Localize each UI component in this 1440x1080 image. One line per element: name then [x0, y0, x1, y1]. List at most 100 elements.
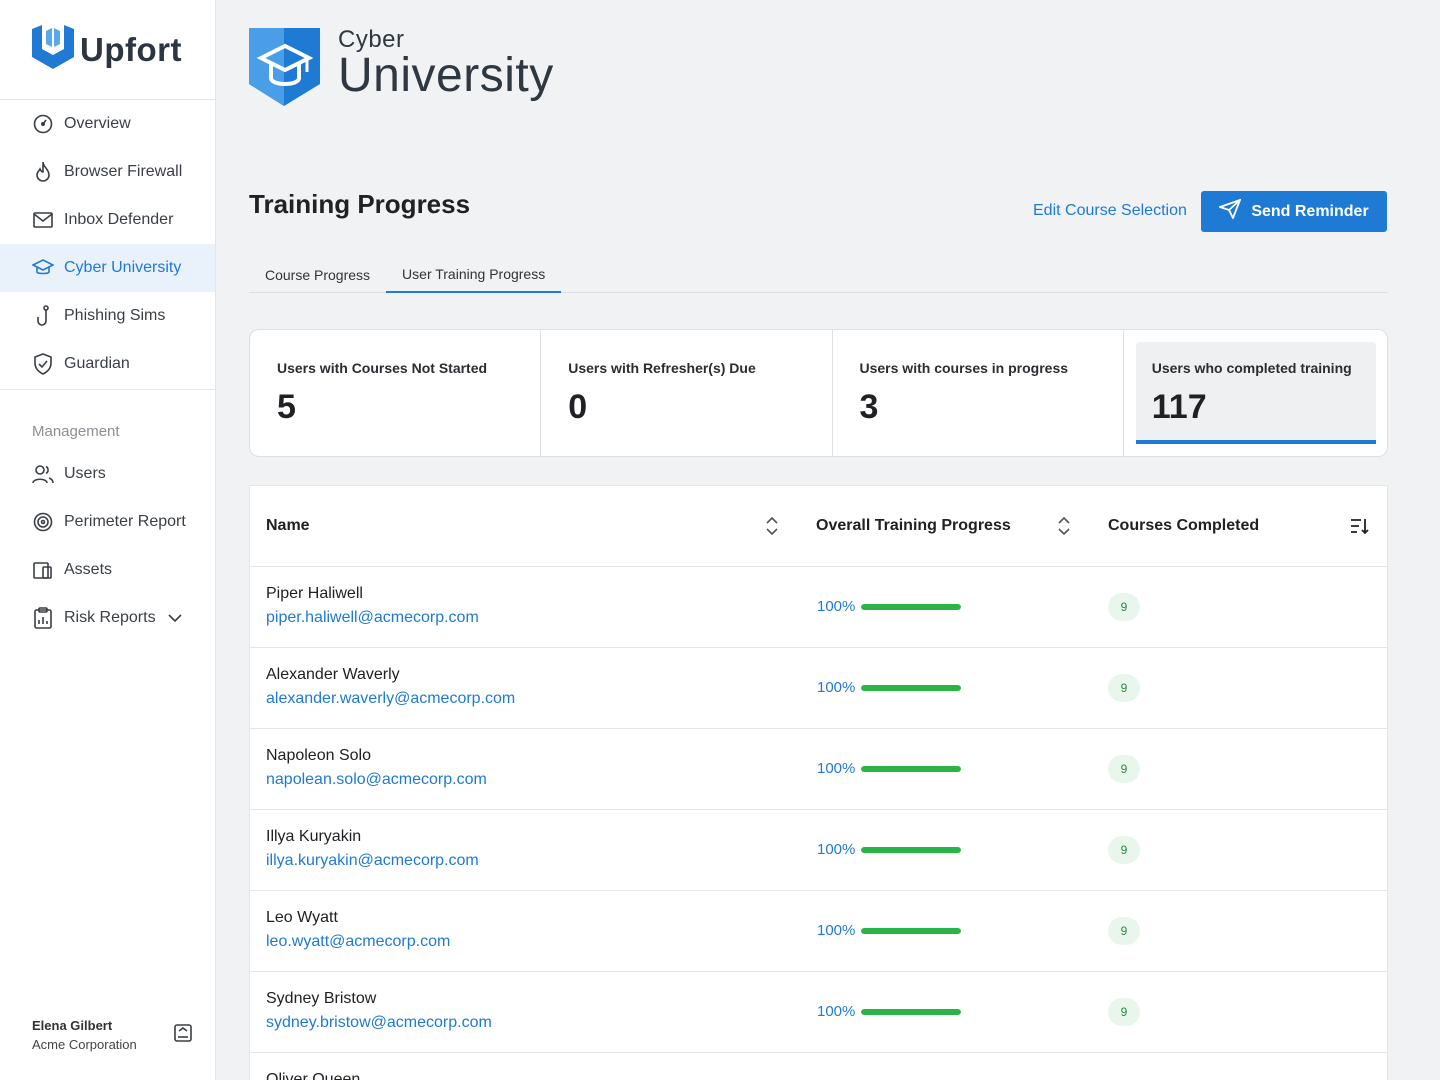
stat-value: 5 — [277, 388, 296, 426]
stat-label: Users who completed training — [1151, 360, 1352, 376]
user-email-link[interactable]: napolean.solo@acmecorp.com — [266, 771, 487, 789]
progress-bar-fill — [861, 847, 961, 853]
progress-bar — [861, 604, 961, 610]
stat-value: 3 — [859, 388, 879, 426]
tabs: Course Progress User Training Progress — [249, 256, 1388, 293]
user-profile[interactable]: Elena Gilbert Acme Corporation — [32, 1018, 192, 1052]
users-icon — [32, 463, 54, 485]
nav-item-label: Perimeter Report — [64, 513, 186, 530]
progress-percent: 100% — [817, 598, 856, 615]
nav-item-risk-reports[interactable]: Risk Reports — [0, 594, 215, 642]
nav-item-label: Risk Reports — [64, 609, 156, 626]
table-row[interactable]: Alexander Waverly alexander.waverly@acmec… — [250, 648, 1387, 729]
user-name-cell: Piper Haliwell — [266, 585, 363, 602]
logo-big-text: University — [338, 49, 554, 102]
table-row[interactable]: Leo Wyatt leo.wyatt@acmecorp.com 100% 9 — [250, 891, 1387, 972]
user-email-link[interactable]: alexander.waverly@acmecorp.com — [266, 690, 515, 708]
col-completed-header[interactable]: Courses Completed — [1108, 517, 1259, 535]
courses-completed-badge: 9 — [1108, 917, 1140, 945]
progress-bar — [861, 766, 961, 772]
sort-toggle-icon[interactable] — [1058, 516, 1070, 540]
account-menu-icon[interactable] — [174, 1023, 192, 1047]
nav-item-label: Assets — [64, 561, 113, 578]
nav-item-phishing-sims[interactable]: Phishing Sims — [0, 292, 215, 340]
primary-nav: Overview Browser Firewall Inbox Defender… — [0, 100, 215, 388]
cyber-university-logo: Cyber University — [249, 26, 554, 111]
table-row[interactable]: Napoleon Solo napolean.solo@acmecorp.com 1… — [250, 729, 1387, 810]
devices-icon — [32, 559, 54, 581]
stat-completed[interactable]: Users who completed training 117 — [1124, 330, 1387, 456]
courses-completed-badge: 9 — [1108, 755, 1140, 783]
nav-item-label: Browser Firewall — [64, 163, 183, 180]
gauge-icon — [32, 113, 54, 135]
progress-percent: 100% — [817, 841, 856, 858]
user-email-link[interactable]: leo.wyatt@acmecorp.com — [266, 933, 450, 951]
user-email-link[interactable]: illya.kuryakin@acmecorp.com — [266, 852, 479, 870]
user-name-cell: Napoleon Solo — [266, 747, 371, 764]
nav-item-cyber-university[interactable]: Cyber University — [0, 244, 215, 292]
courses-completed-badge: 9 — [1108, 836, 1140, 864]
nav-item-perimeter-report[interactable]: Perimeter Report — [0, 498, 215, 546]
progress-percent: 100% — [817, 922, 856, 939]
stat-in-progress[interactable]: Users with courses in progress 3 — [833, 330, 1124, 456]
target-icon — [32, 511, 54, 533]
progress-percent: 100% — [817, 679, 856, 696]
nav-item-overview[interactable]: Overview — [0, 100, 215, 148]
sort-toggle-icon[interactable] — [766, 516, 778, 540]
stats-panel: Users with Courses Not Started 5 Users w… — [249, 329, 1388, 457]
tab-user-training-progress[interactable]: User Training Progress — [386, 256, 562, 293]
stat-label: Users with Refresher(s) Due — [568, 360, 756, 376]
send-reminder-button[interactable]: Send Reminder — [1201, 191, 1387, 232]
nav-item-label: Overview — [64, 115, 131, 132]
nav-item-label: Inbox Defender — [64, 211, 174, 228]
clipboard-chart-icon — [32, 607, 54, 629]
table-row[interactable]: Sydney Bristow sydney.bristow@acmecorp.co… — [250, 972, 1387, 1053]
table-row[interactable]: Illya Kuryakin illya.kuryakin@acmecorp.co… — [250, 810, 1387, 891]
stat-label: Users with courses in progress — [859, 360, 1069, 376]
table-header: Name Overall Training Progress Courses C… — [250, 486, 1387, 567]
mail-icon — [32, 209, 54, 231]
progress-bar-fill — [861, 604, 961, 610]
courses-completed-badge: 9 — [1108, 998, 1140, 1026]
stat-refresher-due[interactable]: Users with Refresher(s) Due 0 — [541, 330, 833, 456]
nav-section-management: Management — [32, 423, 120, 440]
brand[interactable]: Upfort — [0, 0, 215, 100]
courses-completed-badge: 9 — [1108, 674, 1140, 702]
stat-value: 117 — [1151, 388, 1207, 426]
user-name-cell: Alexander Waverly — [266, 666, 400, 683]
nav-item-label: Users — [64, 465, 106, 482]
progress-percent: 100% — [817, 1003, 856, 1020]
table-row[interactable]: Oliver Queen — [250, 1053, 1387, 1080]
nav-item-inbox-defender[interactable]: Inbox Defender — [0, 196, 215, 244]
progress-percent: 100% — [817, 760, 856, 777]
stat-not-started[interactable]: Users with Courses Not Started 5 — [250, 330, 542, 456]
nav-item-users[interactable]: Users — [0, 450, 215, 498]
progress-bar — [861, 928, 961, 934]
nav-item-label: Guardian — [64, 355, 130, 372]
col-name-header[interactable]: Name — [266, 517, 310, 535]
table-row[interactable]: Piper Haliwell piper.haliwell@acmecorp.co… — [250, 567, 1387, 648]
chevron-down-icon[interactable] — [168, 609, 182, 627]
progress-bar-fill — [861, 685, 961, 691]
hook-icon — [32, 305, 54, 327]
col-progress-header[interactable]: Overall Training Progress — [816, 517, 1011, 535]
nav-item-assets[interactable]: Assets — [0, 546, 215, 594]
progress-bar-fill — [861, 1009, 961, 1015]
user-email-link[interactable]: sydney.bristow@acmecorp.com — [266, 1014, 492, 1032]
tab-course-progress[interactable]: Course Progress — [249, 256, 386, 293]
progress-bar-fill — [861, 766, 961, 772]
nav-item-label: Cyber University — [64, 259, 182, 276]
user-name-cell: Oliver Queen — [266, 1071, 361, 1080]
stat-label: Users with Courses Not Started — [277, 360, 488, 376]
brand-name: Upfort — [80, 30, 182, 68]
progress-bar — [861, 847, 961, 853]
edit-course-selection-link[interactable]: Edit Course Selection — [1033, 202, 1187, 220]
nav-item-browser-firewall[interactable]: Browser Firewall — [0, 148, 215, 196]
users-table: Name Overall Training Progress Courses C… — [249, 485, 1388, 1080]
progress-bar — [861, 1009, 961, 1015]
nav-item-guardian[interactable]: Guardian — [0, 340, 215, 388]
nav-item-label: Phishing Sims — [64, 307, 166, 324]
user-name: Elena Gilbert — [32, 1018, 113, 1033]
user-email-link[interactable]: piper.haliwell@acmecorp.com — [266, 609, 479, 627]
sort-descending-icon[interactable] — [1350, 518, 1370, 539]
